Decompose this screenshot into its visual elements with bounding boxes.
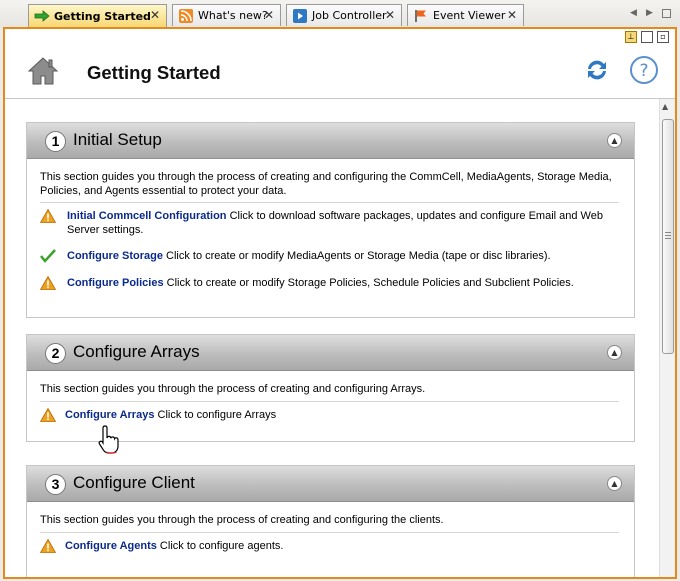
rss-feed-icon [178,8,194,23]
tab-event-viewer[interactable]: Event Viewer ✕ [407,4,524,26]
close-icon[interactable]: ✕ [385,9,395,21]
configure-agents-link[interactable]: Configure Agents [65,540,157,552]
configure-storage-link[interactable]: Configure Storage [67,250,163,262]
section-configure-client: 3 Configure Client ▲ This section guides… [26,465,635,577]
tab-getting-started[interactable]: Getting Started ✕ [28,4,167,27]
section-header[interactable]: 3 Configure Client ▲ [27,466,634,502]
restore-icon[interactable]: ▫ [657,31,669,43]
tab-bar: Getting Started ✕ What's new? ✕ Job Cont… [0,0,680,28]
close-icon[interactable]: ✕ [150,9,160,21]
maximize-icon[interactable] [641,31,653,43]
divider [40,532,619,533]
tab-label: Job Controller [312,9,387,22]
section-title: Initial Setup [73,130,162,149]
tab-whats-new[interactable]: What's new? ✕ [172,4,281,26]
scroll-left-icon[interactable]: ◀ [630,8,637,18]
checkmark-icon [40,249,56,263]
item-description: Click to create or modify Storage Polici… [163,277,574,289]
list-item: Configure Policies Click to create or mo… [40,276,615,290]
section-initial-setup: 1 Initial Setup ▲ This section guides yo… [26,122,635,318]
warning-icon [40,276,56,290]
page-title: Getting Started [87,62,221,83]
step-number: 2 [45,343,66,364]
item-description: Click to configure Arrays [154,409,277,421]
scrollbar-thumb[interactable] [662,119,674,354]
collapse-icon[interactable]: ▲ [607,476,622,491]
help-icon[interactable]: ? [629,55,659,85]
step-number: 3 [45,474,66,495]
pin-icon[interactable]: ⊥ [625,31,637,43]
section-header[interactable]: 2 Configure Arrays ▲ [27,335,634,371]
tab-label: What's new? [198,9,268,22]
vertical-scrollbar[interactable]: ▲ [659,99,675,577]
section-description: This section guides you through the proc… [40,383,426,395]
arrow-right-icon [34,9,50,23]
hand-pointer-icon [98,425,119,454]
home-icon[interactable] [27,55,59,87]
divider [40,401,619,402]
tab-list-icon[interactable] [662,9,671,18]
warning-icon [40,408,56,422]
collapse-icon[interactable]: ▲ [607,345,622,360]
content-area: 1 Initial Setup ▲ This section guides yo… [5,98,675,577]
page-header: Getting Started ? [5,45,675,97]
getting-started-panel: ⊥ ▫ Getting Started ? 1 Initial Setup ▲ … [3,27,677,579]
step-number: 1 [45,131,66,152]
item-description: Click to create or modify MediaAgents or… [162,250,551,262]
section-title: Configure Arrays [73,342,200,361]
configure-policies-link[interactable]: Configure Policies [67,277,164,289]
play-icon [292,8,308,23]
item-description: Click to configure agents. [156,540,284,552]
section-title: Configure Client [73,473,195,492]
svg-text:?: ? [639,61,648,81]
divider [40,202,619,203]
initial-commcell-configuration-link[interactable]: Initial Commcell Configuration [67,210,227,222]
warning-icon [40,539,56,553]
list-item: Configure Storage Click to create or mod… [40,249,615,263]
warning-icon [40,209,56,223]
tab-job-controller[interactable]: Job Controller ✕ [286,4,402,26]
scroll-up-icon[interactable]: ▲ [662,102,668,111]
configure-arrays-link[interactable]: Configure Arrays [65,409,154,421]
flag-icon [413,9,429,23]
section-header[interactable]: 1 Initial Setup ▲ [27,123,634,159]
close-icon[interactable]: ✕ [264,9,274,21]
refresh-icon[interactable] [584,57,610,83]
section-description: This section guides you through the proc… [40,514,444,526]
tab-label: Getting Started [54,9,151,23]
list-item: Initial Commcell Configuration Click to … [40,209,615,237]
list-item: Configure Arrays Click to configure Arra… [40,408,615,422]
close-icon[interactable]: ✕ [507,9,517,21]
list-item: Configure Agents Click to configure agen… [40,539,615,553]
section-description: This section guides you through the proc… [40,171,612,197]
scroll-right-icon[interactable]: ▶ [646,8,653,18]
collapse-icon[interactable]: ▲ [607,133,622,148]
tab-label: Event Viewer [433,9,506,22]
